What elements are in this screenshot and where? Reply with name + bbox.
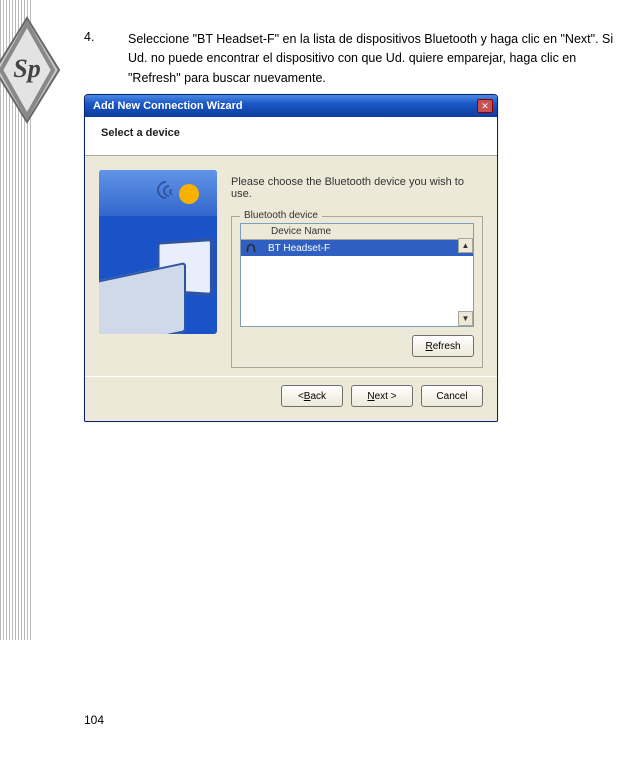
- svg-text:Sp: Sp: [13, 54, 40, 83]
- cancel-button[interactable]: Cancel: [421, 385, 483, 407]
- step-4: 4. Seleccione "BT Headset-F" en la lista…: [84, 30, 617, 88]
- step-number: 4.: [84, 30, 128, 88]
- wizard-title: Add New Connection Wizard: [93, 100, 477, 112]
- bluetooth-device-group: Bluetooth device Device Name: [231, 216, 483, 368]
- scroll-up-button[interactable]: ▲: [458, 238, 473, 253]
- chevron-up-icon: ▲: [462, 241, 470, 250]
- refresh-button-rest: efresh: [433, 341, 461, 352]
- scroll-down-button[interactable]: ▼: [458, 311, 473, 326]
- refresh-button[interactable]: Refresh: [412, 335, 474, 357]
- wizard-instruction: Please choose the Bluetooth device you w…: [231, 176, 483, 200]
- headset-icon: [244, 241, 258, 255]
- signal-waves-icon: [155, 179, 179, 209]
- device-listview[interactable]: Device Name BT Headset-F ▲: [240, 223, 474, 327]
- chevron-down-icon: ▼: [462, 314, 470, 323]
- close-button[interactable]: ✕: [477, 99, 493, 113]
- wizard-right-column: Please choose the Bluetooth device you w…: [231, 170, 483, 368]
- laptop-icon: [99, 262, 186, 334]
- wizard-window: Add New Connection Wizard ✕ Select a dev…: [84, 94, 498, 422]
- wizard-titlebar: Add New Connection Wizard ✕: [85, 95, 497, 117]
- list-item-selected[interactable]: BT Headset-F: [241, 240, 473, 256]
- device-dot-icon: [179, 184, 199, 204]
- page-logo-diamond: Sp: [0, 15, 62, 125]
- wizard-button-row: < Back Next > Cancel: [85, 376, 497, 421]
- wizard-body: Please choose the Bluetooth device you w…: [85, 156, 497, 376]
- device-item-label: BT Headset-F: [268, 243, 330, 254]
- group-legend: Bluetooth device: [240, 210, 322, 221]
- page-number: 104: [84, 713, 104, 727]
- list-header-device-name[interactable]: Device Name: [241, 224, 473, 240]
- wizard-illustration: [99, 170, 217, 334]
- page-content: 4. Seleccione "BT Headset-F" en la lista…: [84, 30, 617, 422]
- next-button[interactable]: Next >: [351, 385, 413, 407]
- back-button[interactable]: < Back: [281, 385, 343, 407]
- step-instruction-text: Seleccione "BT Headset-F" en la lista de…: [128, 30, 617, 88]
- wizard-subheader: Select a device: [85, 117, 497, 156]
- close-icon: ✕: [481, 101, 489, 112]
